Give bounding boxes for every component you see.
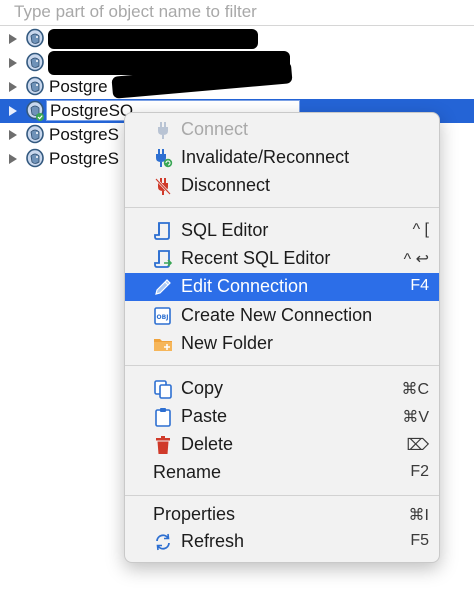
menu-item-label: Disconnect bbox=[181, 175, 271, 195]
menu-separator bbox=[125, 495, 439, 496]
menu-item-label: Rename bbox=[153, 462, 222, 482]
sql-editor-icon bbox=[154, 222, 170, 240]
postgresql-icon bbox=[26, 28, 44, 48]
expand-arrow-icon[interactable] bbox=[9, 154, 17, 164]
menu-item-disconnect[interactable]: Disconnect bbox=[125, 172, 439, 200]
postgresql-icon bbox=[26, 52, 44, 72]
menu-item-edit-connection[interactable]: Edit Connection F4 bbox=[125, 273, 439, 301]
context-menu: Connect Invalidate/Reconnect Disconnect bbox=[124, 112, 440, 563]
menu-item-connect[interactable]: Connect bbox=[125, 116, 439, 144]
postgresql-icon bbox=[26, 124, 44, 144]
menu-item-properties[interactable]: Properties ⌘I bbox=[125, 501, 439, 529]
menu-item-label: Delete bbox=[181, 434, 234, 454]
menu-item-sql-editor[interactable]: SQL Editor ^ [ bbox=[125, 217, 439, 245]
menu-item-label: Create New Connection bbox=[181, 305, 373, 325]
menu-separator bbox=[125, 207, 439, 208]
postgresql-icon bbox=[26, 76, 44, 96]
plug-icon bbox=[158, 122, 168, 139]
menu-item-label: Connect bbox=[181, 119, 249, 139]
menu-item-create-new-connection[interactable]: OBJ Create New Connection bbox=[125, 302, 439, 330]
menu-item-shortcut: F5 bbox=[410, 532, 429, 549]
menu-item-delete[interactable]: Delete ⌦ bbox=[125, 431, 439, 459]
menu-separator bbox=[125, 365, 439, 366]
menu-item-shortcut: ^ ↩ bbox=[403, 251, 429, 268]
folder-icon bbox=[154, 339, 172, 351]
menu-item-shortcut: ^ [ bbox=[412, 221, 429, 238]
paste-icon bbox=[155, 408, 171, 427]
menu-item-paste[interactable]: Paste ⌘V bbox=[125, 403, 439, 431]
menu-item-new-folder[interactable]: New Folder bbox=[125, 330, 439, 358]
menu-item-copy[interactable]: Copy ⌘C bbox=[125, 375, 439, 403]
menu-item-refresh[interactable]: Refresh F5 bbox=[125, 528, 439, 556]
menu-item-label: Invalidate/Reconnect bbox=[181, 147, 350, 167]
menu-item-rename[interactable]: Rename F2 bbox=[125, 459, 439, 487]
plug-refresh-icon bbox=[156, 149, 173, 168]
copy-icon bbox=[154, 380, 172, 399]
postgresql-icon bbox=[26, 148, 44, 168]
menu-item-label: Recent SQL Editor bbox=[181, 248, 331, 268]
tree-item-label: PostgreSQ bbox=[50, 101, 134, 120]
tree-row[interactable]: Postgre bbox=[0, 61, 474, 99]
pencil-icon bbox=[155, 279, 171, 295]
tree-item-label: PostgreS bbox=[49, 149, 119, 168]
menu-item-label: Properties bbox=[153, 504, 236, 524]
menu-item-shortcut: F2 bbox=[410, 463, 429, 480]
trash-icon bbox=[156, 436, 170, 454]
menu-item-label: SQL Editor bbox=[181, 220, 269, 240]
menu-item-shortcut: ⌘V bbox=[402, 409, 429, 426]
filter-input[interactable] bbox=[14, 1, 454, 23]
menu-item-label: Edit Connection bbox=[181, 276, 309, 296]
menu-item-invalidate-reconnect[interactable]: Invalidate/Reconnect bbox=[125, 144, 439, 172]
menu-item-label: Paste bbox=[181, 406, 228, 426]
new-connection-icon: OBJ bbox=[154, 307, 171, 325]
refresh-icon bbox=[156, 533, 170, 551]
expand-arrow-icon[interactable] bbox=[9, 82, 17, 92]
menu-item-shortcut: F4 bbox=[410, 277, 429, 294]
menu-item-shortcut: ⌦ bbox=[406, 437, 429, 454]
menu-item-label: New Folder bbox=[181, 333, 274, 353]
expand-arrow-icon[interactable] bbox=[9, 130, 17, 140]
menu-item-shortcut: ⌘C bbox=[401, 381, 429, 398]
postgresql-connected-icon bbox=[26, 100, 44, 121]
menu-item-label: Copy bbox=[181, 378, 224, 398]
recent-sql-editor-icon bbox=[154, 250, 173, 268]
menu-item-label: Refresh bbox=[181, 531, 245, 551]
redacted-label bbox=[48, 29, 258, 49]
filter-bar bbox=[0, 0, 474, 26]
tree-row[interactable] bbox=[0, 27, 474, 51]
expand-arrow-icon[interactable] bbox=[9, 106, 17, 116]
svg-text:OBJ: OBJ bbox=[157, 314, 169, 321]
expand-arrow-icon[interactable] bbox=[9, 34, 17, 44]
expand-arrow-icon[interactable] bbox=[9, 58, 17, 68]
menu-item-shortcut: ⌘I bbox=[408, 507, 429, 524]
tree-item-label: PostgreS bbox=[49, 125, 119, 144]
menu-item-recent-sql-editor[interactable]: Recent SQL Editor ^ ↩ bbox=[125, 245, 439, 273]
plug-disconnect-icon bbox=[155, 178, 171, 195]
tree-item-label: Postgre bbox=[49, 77, 108, 96]
